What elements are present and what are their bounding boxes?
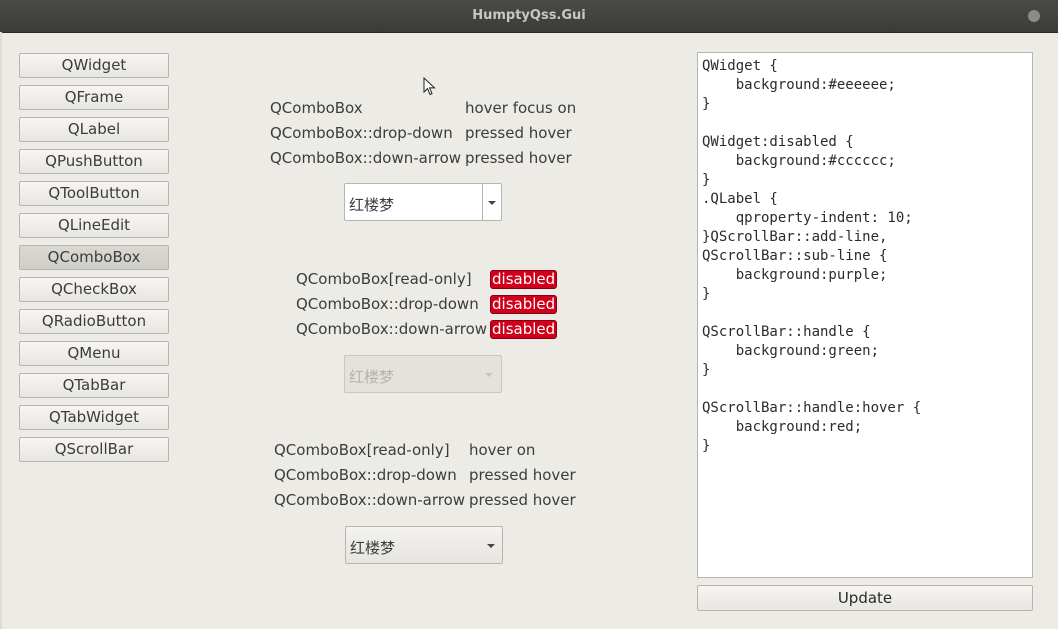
close-icon[interactable] bbox=[1028, 10, 1040, 22]
state-label: hover on bbox=[469, 441, 536, 459]
nav-button-qpushbutton[interactable]: QPushButton bbox=[19, 149, 169, 174]
nav-button-qcombobox[interactable]: QComboBox bbox=[19, 245, 169, 270]
selector-label: QComboBox[read-only] bbox=[296, 270, 472, 288]
selector-label: QComboBox::down-arrow bbox=[296, 320, 488, 338]
chevron-down-icon bbox=[487, 544, 495, 548]
selector-label: QComboBox bbox=[270, 99, 363, 117]
state-label: pressed hover bbox=[469, 491, 576, 509]
combobox-drop-down[interactable] bbox=[482, 184, 501, 220]
combobox-readonly[interactable]: 红楼梦 bbox=[345, 526, 503, 564]
nav-button-qradiobutton[interactable]: QRadioButton bbox=[19, 309, 169, 334]
combobox-editable[interactable]: 红楼梦 bbox=[344, 183, 502, 221]
nav-button-qcheckbox[interactable]: QCheckBox bbox=[19, 277, 169, 302]
disabled-badge: disabled bbox=[490, 320, 558, 339]
window-titlebar[interactable]: HumptyQss.Gui bbox=[0, 0, 1058, 33]
state-label: pressed hover bbox=[465, 124, 572, 142]
stylesheet-text[interactable]: QWidget { background:#eeeeee; } QWidget:… bbox=[698, 53, 1032, 460]
state-label: hover focus on bbox=[465, 99, 577, 117]
nav-button-qtoolbutton[interactable]: QToolButton bbox=[19, 181, 169, 206]
combobox-value: 红楼梦 bbox=[349, 196, 395, 214]
stylesheet-editor[interactable]: QWidget { background:#eeeeee; } QWidget:… bbox=[697, 52, 1033, 578]
nav-button-qscrollbar[interactable]: QScrollBar bbox=[19, 437, 169, 462]
state-label: pressed hover bbox=[469, 466, 576, 484]
disabled-badge: disabled bbox=[490, 270, 558, 289]
nav-button-qtabwidget[interactable]: QTabWidget bbox=[19, 405, 169, 430]
nav-button-qwidget[interactable]: QWidget bbox=[19, 53, 169, 78]
chevron-down-icon bbox=[488, 201, 496, 205]
nav-button-qframe[interactable]: QFrame bbox=[19, 85, 169, 110]
selector-label: QComboBox::drop-down bbox=[296, 295, 479, 313]
nav-button-qlabel[interactable]: QLabel bbox=[19, 117, 169, 142]
selector-label: QComboBox::drop-down bbox=[274, 466, 457, 484]
nav-button-qtabbar[interactable]: QTabBar bbox=[19, 373, 169, 398]
window-frame bbox=[0, 32, 2, 629]
combobox-value: 红楼梦 bbox=[350, 539, 396, 557]
state-label: pressed hover bbox=[465, 149, 572, 167]
selector-label: QComboBox::drop-down bbox=[270, 124, 453, 142]
window-title: HumptyQss.Gui bbox=[472, 8, 586, 23]
update-button[interactable]: Update bbox=[697, 585, 1033, 611]
chevron-down-icon bbox=[485, 373, 493, 377]
combobox-disabled: 红楼梦 bbox=[344, 355, 502, 393]
nav-button-qlineedit[interactable]: QLineEdit bbox=[19, 213, 169, 238]
selector-label: QComboBox::down-arrow bbox=[270, 149, 462, 167]
nav-button-qmenu[interactable]: QMenu bbox=[19, 341, 169, 366]
mouse-cursor-icon bbox=[423, 77, 436, 96]
combobox-value: 红楼梦 bbox=[349, 368, 395, 386]
disabled-badge: disabled bbox=[490, 295, 558, 314]
selector-label: QComboBox[read-only] bbox=[274, 441, 450, 459]
selector-label: QComboBox::down-arrow bbox=[274, 491, 466, 509]
